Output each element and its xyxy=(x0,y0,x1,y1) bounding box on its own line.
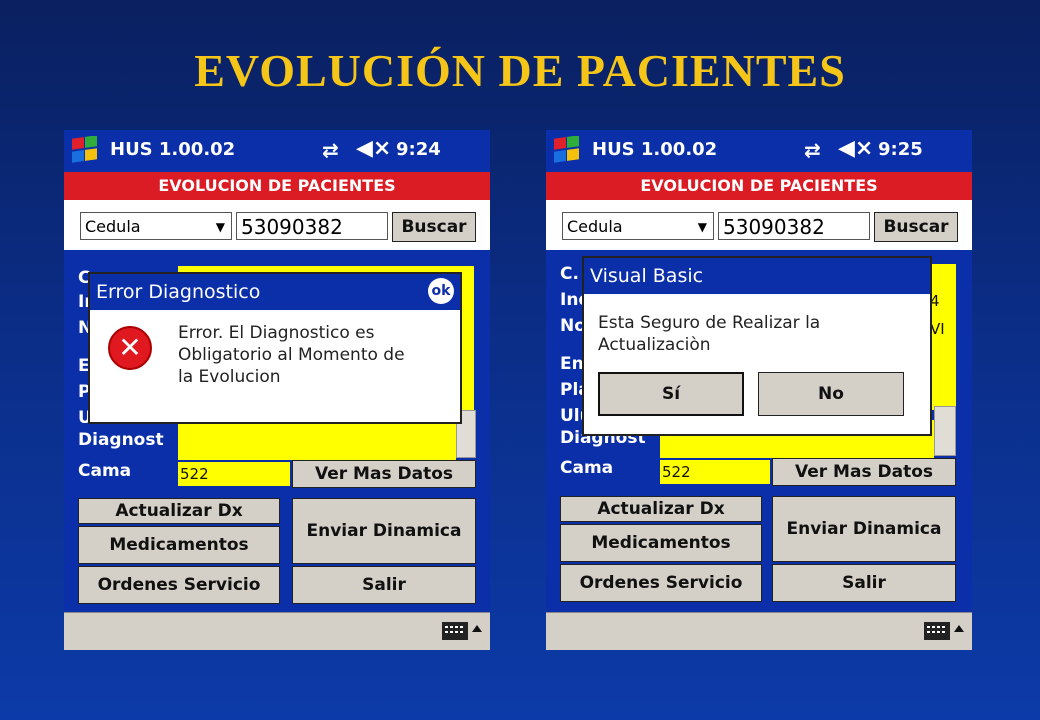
actualizar-dx-button[interactable]: Actualizar Dx xyxy=(78,498,280,524)
cama-field: 522 xyxy=(178,462,290,486)
arrow-up-icon[interactable] xyxy=(954,625,964,632)
enviar-dinamica-button[interactable]: Enviar Dinamica xyxy=(292,498,476,564)
screen-header: EVOLUCION DE PACIENTES xyxy=(64,172,490,200)
ok-icon[interactable]: ok xyxy=(428,278,454,304)
sync-icon[interactable]: ⇄ xyxy=(322,138,339,162)
device-left: HUS 1.00.02 ⇄ ◀× 9:24 EVOLUCION DE PACIE… xyxy=(64,130,490,650)
input-panel-bar xyxy=(546,612,972,650)
windows-logo-icon[interactable] xyxy=(552,136,582,166)
diagnostico-field[interactable] xyxy=(178,420,456,460)
dialog-title: Visual Basic xyxy=(584,258,930,294)
chevron-down-icon: ▼ xyxy=(697,220,707,234)
input-panel-bar xyxy=(64,612,490,650)
confirm-dialog: Visual Basic Esta Seguro de Realizar la … xyxy=(582,256,932,436)
slide-title: EVOLUCIÓN DE PACIENTES xyxy=(194,45,846,96)
cama-field: 522 xyxy=(660,460,770,484)
taskbar: HUS 1.00.02 ⇄ ◀× 9:25 xyxy=(546,130,972,172)
field-label: C. xyxy=(560,264,579,284)
scrollbar[interactable] xyxy=(934,406,956,456)
screen-header: EVOLUCION DE PACIENTES xyxy=(546,172,972,200)
medicamentos-button[interactable]: Medicamentos xyxy=(560,524,762,562)
device-right: HUS 1.00.02 ⇄ ◀× 9:25 EVOLUCION DE PACIE… xyxy=(546,130,972,650)
actualizar-dx-button[interactable]: Actualizar Dx xyxy=(560,496,762,522)
ordenes-servicio-button[interactable]: Ordenes Servicio xyxy=(560,564,762,602)
ordenes-servicio-button[interactable]: Ordenes Servicio xyxy=(78,566,280,604)
dialog-message: Esta Seguro de Realizar la Actualizaciòn xyxy=(598,313,821,355)
search-button[interactable]: Buscar xyxy=(874,212,958,242)
search-type-select[interactable]: Cedula ▼ xyxy=(80,212,232,240)
error-dialog: Error Diagnostico ok ✕ Error. El Diagnos… xyxy=(88,272,462,424)
salir-button[interactable]: Salir xyxy=(772,564,956,602)
ver-mas-datos-button[interactable]: Ver Mas Datos xyxy=(292,460,476,488)
cama-label: Cama xyxy=(78,461,132,481)
speaker-muted-icon[interactable]: ◀× xyxy=(838,136,873,161)
arrow-up-icon[interactable] xyxy=(472,625,482,632)
dialog-message: Error. El Diagnostico es Obligatorio al … xyxy=(178,323,405,387)
clock[interactable]: 9:25 xyxy=(878,139,923,160)
yes-button[interactable]: Sí xyxy=(598,372,744,416)
sync-icon[interactable]: ⇄ xyxy=(804,138,821,162)
search-type-select[interactable]: Cedula ▼ xyxy=(562,212,714,240)
search-button[interactable]: Buscar xyxy=(392,212,476,242)
error-icon: ✕ xyxy=(108,326,152,370)
id-input[interactable]: 53090382 xyxy=(236,212,388,240)
id-input[interactable]: 53090382 xyxy=(718,212,870,240)
app-name: HUS 1.00.02 xyxy=(110,139,236,160)
cama-label: Cama xyxy=(560,458,614,478)
medicamentos-button[interactable]: Medicamentos xyxy=(78,526,280,564)
clock[interactable]: 9:24 xyxy=(396,139,441,160)
speaker-muted-icon[interactable]: ◀× xyxy=(356,136,391,161)
diagnostico-label: Diagnost xyxy=(78,430,164,450)
app-name: HUS 1.00.02 xyxy=(592,139,718,160)
enviar-dinamica-button[interactable]: Enviar Dinamica xyxy=(772,496,956,562)
field-label: En xyxy=(560,354,584,374)
ver-mas-datos-button[interactable]: Ver Mas Datos xyxy=(772,458,956,486)
no-button[interactable]: No xyxy=(758,372,904,416)
chevron-down-icon: ▼ xyxy=(215,220,225,234)
windows-logo-icon[interactable] xyxy=(70,136,100,166)
keyboard-icon[interactable] xyxy=(924,622,950,640)
field-value: VI xyxy=(930,320,945,338)
keyboard-icon[interactable] xyxy=(442,622,468,640)
dialog-title: Error Diagnostico xyxy=(90,274,460,310)
taskbar: HUS 1.00.02 ⇄ ◀× 9:24 xyxy=(64,130,490,172)
salir-button[interactable]: Salir xyxy=(292,566,476,604)
